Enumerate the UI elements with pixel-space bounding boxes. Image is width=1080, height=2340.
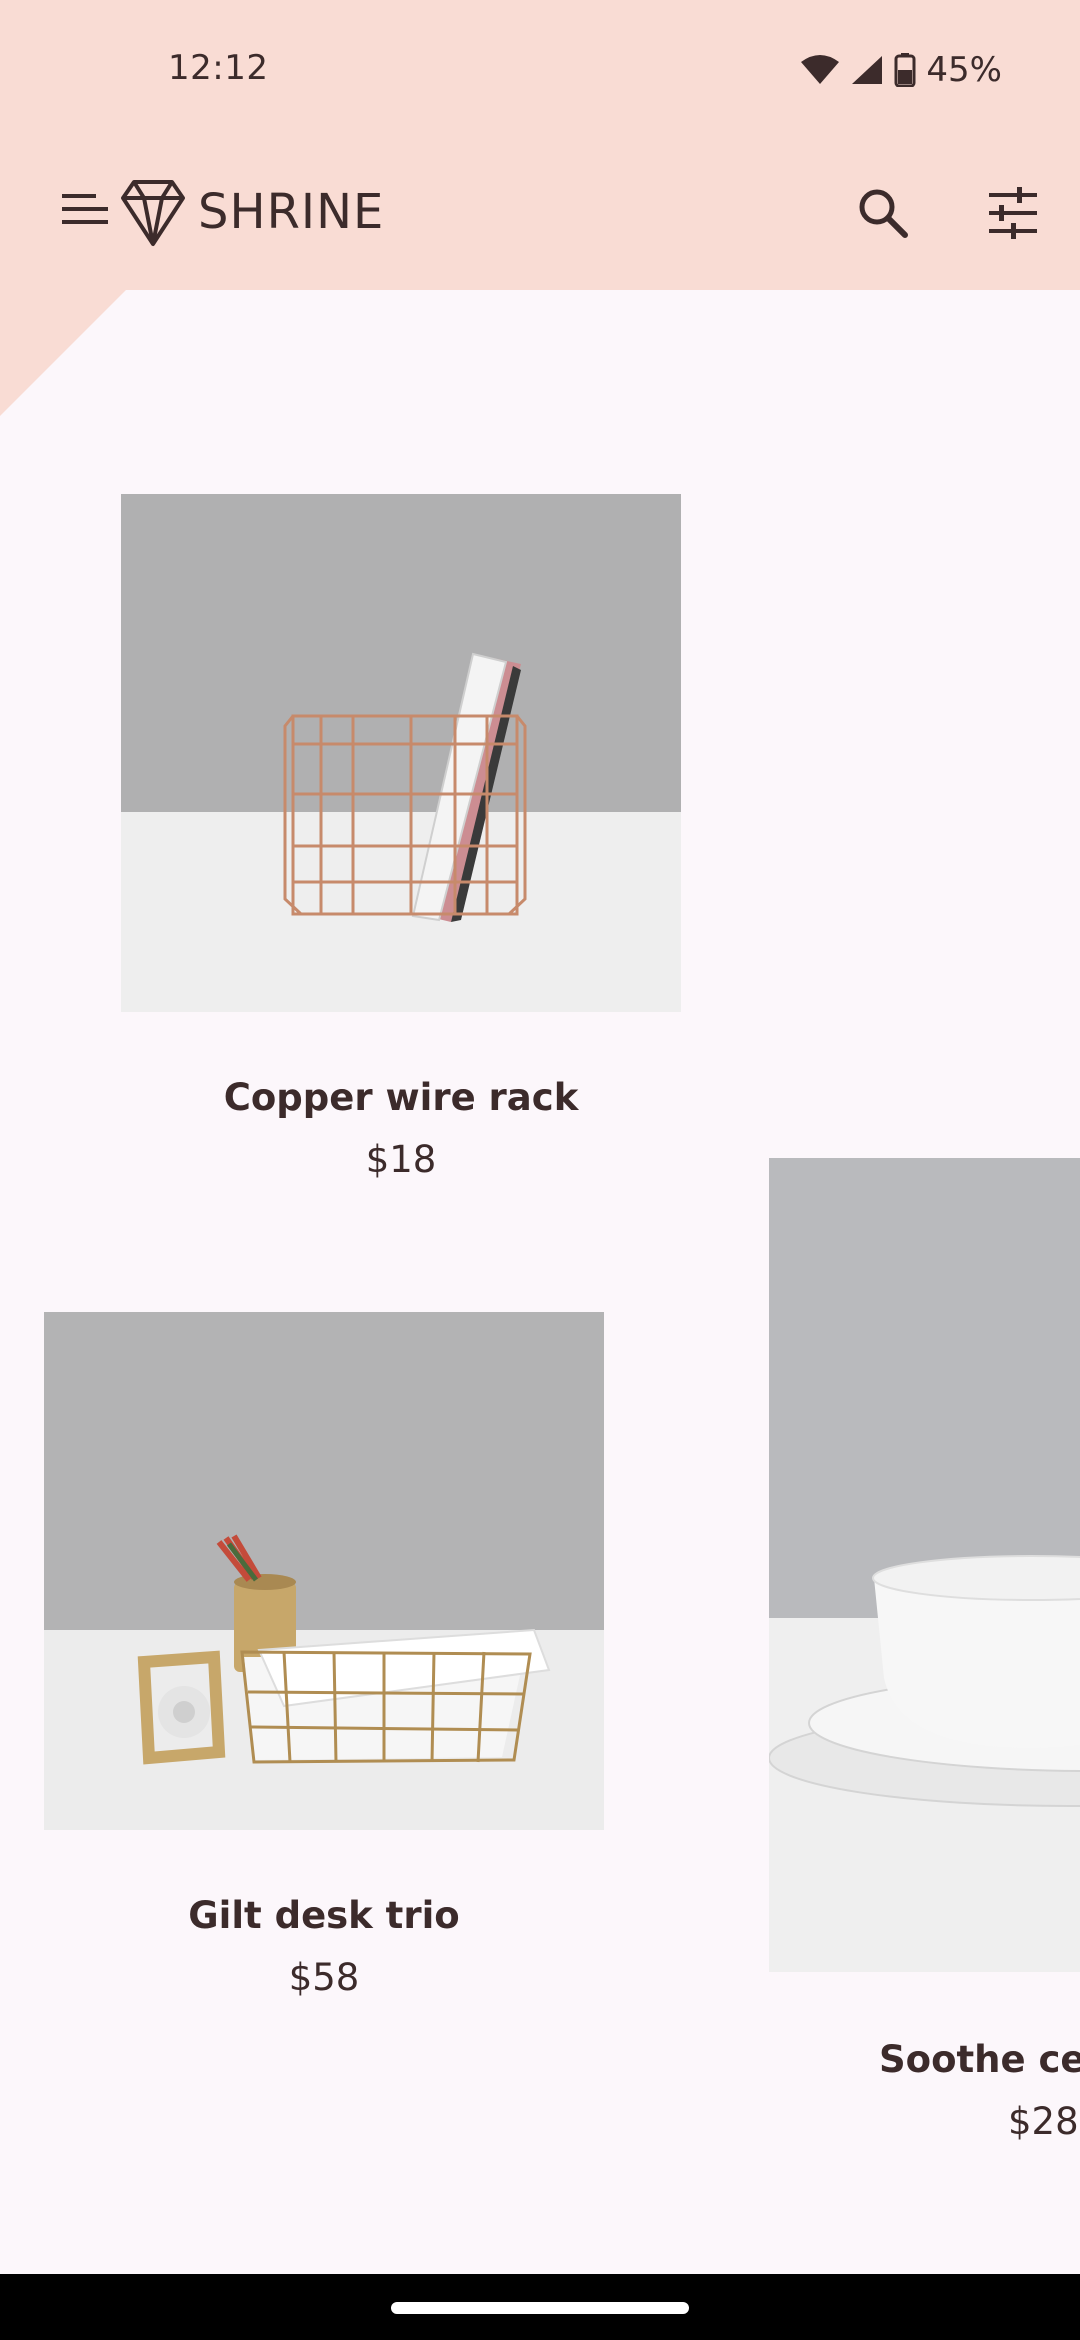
tune-icon[interactable] [985,185,1041,245]
battery-percent: 45% [926,50,1002,90]
app-bar: SHRINE [0,140,1080,290]
product-image [44,1312,604,1830]
product-image [121,494,681,1012]
battery-icon [894,53,916,87]
product-card[interactable]: Gilt desk trio $58 [44,1312,604,2012]
wifi-icon [800,54,840,86]
product-card[interactable]: Copper wire rack $18 [121,494,681,1194]
cell-signal-icon [850,54,884,86]
product-price: $18 [365,1138,437,1181]
status-time: 12:12 [168,48,269,88]
product-name: Gilt desk trio [188,1894,460,1937]
product-price: $58 [288,1956,360,1999]
product-card[interactable]: Soothe cer $28 [769,1158,1080,2158]
product-name: Soothe cer [879,2038,1080,2081]
status-icons: 45% [800,50,1002,90]
menu-icon[interactable] [60,190,112,232]
navigation-bar [0,2274,1080,2340]
search-icon[interactable] [855,185,911,245]
home-gesture-handle[interactable] [391,2302,689,2314]
product-grid: Copper wire rack $18 Gilt desk trio $58 … [0,290,1080,2274]
product-name: Copper wire rack [223,1076,579,1119]
diamond-logo-icon[interactable] [120,178,186,252]
product-price: $28 [1008,2100,1079,2143]
app-title: SHRINE [198,184,385,240]
product-image [769,1158,1080,1972]
status-bar: 12:12 45% [0,0,1080,140]
